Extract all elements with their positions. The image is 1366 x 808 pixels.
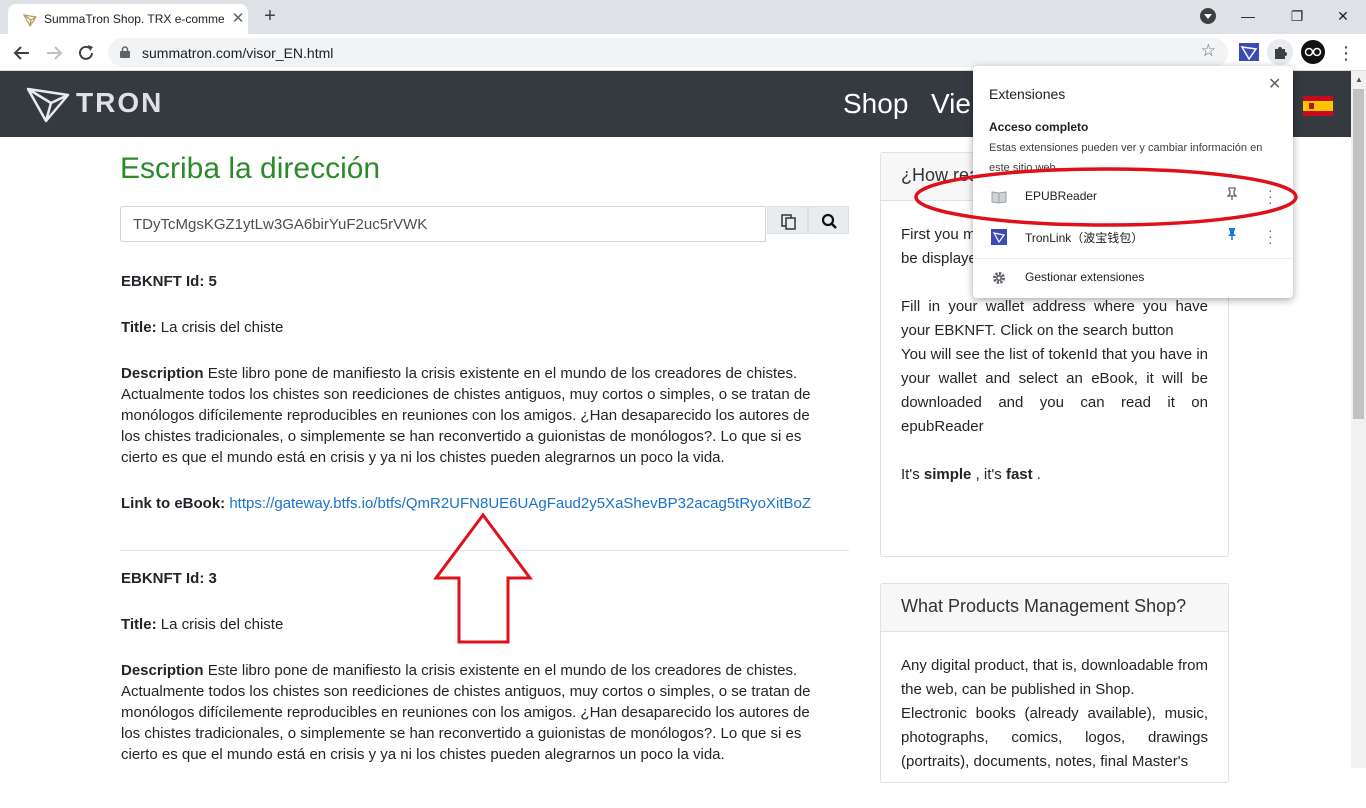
record-divider [120,550,849,551]
record-description: Description Este libro pone de manifiest… [121,662,811,763]
card-paragraph: It's simple , it's fast . [901,466,1041,483]
extensions-puzzle-icon[interactable] [1267,39,1293,65]
extensions-title: Extensiones [989,86,1066,102]
extension-item-epubreader[interactable]: EPUBReader · · · [973,178,1293,216]
full-access-heading: Acceso completo [989,120,1089,134]
nav-shop-link[interactable]: Shop [843,88,908,120]
tab-title: SummaTron Shop. TRX e-comme [44,12,224,26]
ebook-link[interactable]: https://gateway.btfs.io/btfs/QmR2UFN8UE6… [229,495,811,512]
search-button[interactable] [808,206,849,234]
pin-icon[interactable] [1226,227,1238,244]
record-title: Title: La crisis del chiste [121,616,284,633]
site-logo-text[interactable]: TRON [76,87,163,119]
extension-name: TronLink（波宝钱包） [1025,231,1144,245]
book-icon [991,191,1007,204]
browser-menu-icon[interactable]: ⋮ [1334,41,1358,65]
browser-tab[interactable]: SummaTron Shop. TRX e-comme ✕ [8,4,248,34]
window-close-button[interactable]: ✕ [1331,5,1355,27]
profile-menu-icon[interactable] [1196,5,1220,27]
tronlink-extension-icon[interactable] [1237,40,1261,64]
pin-icon[interactable] [1226,187,1238,204]
wallet-address-input[interactable] [120,206,766,242]
card-body: Any digital product, that is, downloadab… [881,632,1228,808]
popup-close-icon[interactable]: ✕ [1268,74,1281,94]
card-paragraph: Fill in your wallet address where you ha… [901,298,1208,339]
record-id: EBKNFT Id: 5 [121,273,217,290]
back-arrow-icon[interactable] [10,41,34,65]
extensions-popup: Extensiones ✕ Acceso completo Estas exte… [973,66,1293,298]
page-scrollbar[interactable]: ▲ [1351,71,1366,768]
record-title: Title: La crisis del chiste [121,319,284,336]
profile-avatar-icon[interactable] [1300,39,1326,65]
record-description: Description Este libro pone de manifiest… [121,365,811,466]
extension-name: EPUBReader [1025,189,1098,203]
card-paragraph: Any digital product, that is, downloadab… [901,657,1208,698]
nav-viewer-link[interactable]: Vie [931,88,971,120]
paste-button[interactable] [767,206,808,234]
scroll-up-icon[interactable]: ▲ [1355,75,1363,84]
maximize-button[interactable]: ❐ [1285,5,1309,27]
annotation-arrow [433,512,533,644]
spain-flag-icon[interactable] [1303,96,1333,116]
clipboard-icon [781,214,796,230]
browser-tabstrip: SummaTron Shop. TRX e-comme ✕ + — ❐ ✕ [0,0,1366,34]
address-bar[interactable]: summatron.com/visor_EN.html ☆ [108,38,1228,67]
page-heading: Escriba la dirección [120,152,381,185]
url-text: summatron.com/visor_EN.html [142,45,334,61]
gear-icon [993,272,1005,284]
full-access-description: Estas extensiones pueden ver y cambiar i… [989,142,1263,171]
lock-icon [120,46,130,58]
more-options-icon[interactable]: · · · [1268,223,1273,249]
card-paragraph: You will see the list of tokenId that yo… [901,346,1208,435]
record-link: Link to eBook: https://gateway.btfs.io/b… [121,495,812,512]
forward-arrow-icon[interactable] [42,41,66,65]
manage-extensions-item[interactable]: Gestionar extensiones [973,259,1293,297]
tab-close-icon[interactable]: ✕ [228,9,248,29]
extension-item-tronlink[interactable]: TronLink（波宝钱包） · · · [973,218,1293,256]
reload-icon[interactable] [74,41,98,65]
card-title: What Products Management Shop? [881,584,1228,632]
minimize-button[interactable]: — [1236,5,1260,27]
new-tab-button[interactable]: + [258,5,282,29]
tron-logo-icon [26,87,70,123]
manage-extensions-label: Gestionar extensiones [1025,270,1145,284]
tronlink-icon [991,229,1007,245]
search-icon [821,213,837,229]
card-paragraph: Electronic books (already available), mu… [901,705,1208,770]
record-id: EBKNFT Id: 3 [121,570,217,587]
tron-favicon-icon [22,14,38,28]
products-card: What Products Management Shop? Any digit… [880,583,1229,783]
scrollbar-thumb[interactable] [1353,89,1364,419]
bookmark-star-icon[interactable]: ☆ [1201,41,1216,61]
more-options-icon[interactable]: · · · [1268,183,1273,209]
